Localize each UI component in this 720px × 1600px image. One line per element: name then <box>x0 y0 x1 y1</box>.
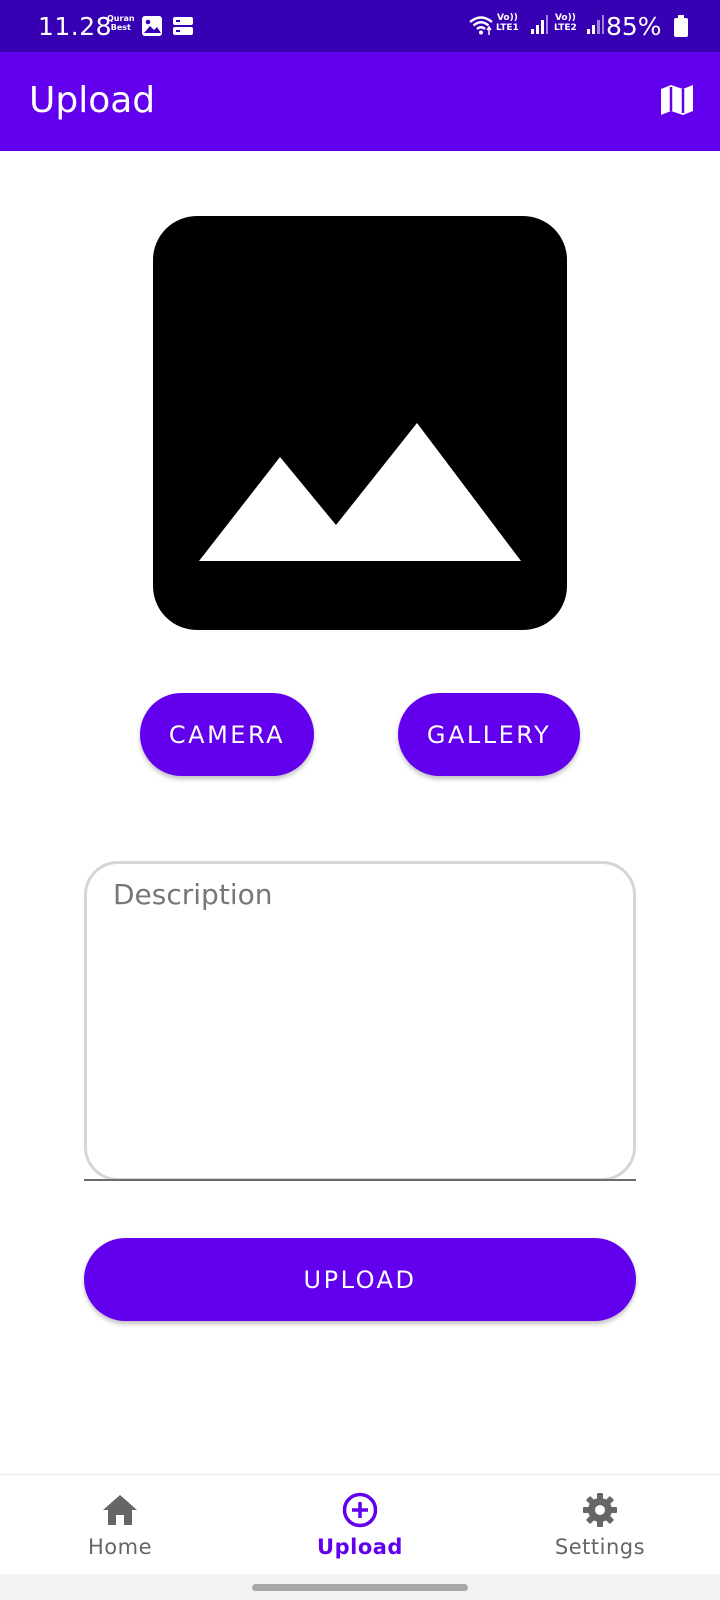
image-preview <box>153 216 567 630</box>
status-right-group: Vo)) LTE1 Vo)) LTE2 85% <box>440 0 720 52</box>
nav-item-settings[interactable]: Settings <box>480 1475 720 1575</box>
gesture-handle[interactable] <box>252 1584 468 1591</box>
quran-app-badge: Quran Best <box>107 14 135 32</box>
camera-button[interactable]: CAMERA <box>140 693 314 776</box>
map-icon[interactable] <box>660 83 694 117</box>
nav-label-settings: Settings <box>554 1535 646 1559</box>
description-input[interactable] <box>113 878 608 1163</box>
status-bar: 11.28 Quran Best Vo)) LTE1 Vo)) LTE2 85% <box>0 0 720 52</box>
sim2-signal-icon <box>587 15 604 34</box>
sim1-lte-label: Vo)) LTE1 <box>496 13 519 33</box>
nav-item-home[interactable]: Home <box>0 1475 240 1575</box>
sim1-signal-icon <box>531 15 548 34</box>
nav-label-upload: Upload <box>317 1535 403 1559</box>
storage-notification-icon <box>173 17 193 35</box>
wifi-icon <box>469 16 493 35</box>
gesture-navigation-area <box>0 1574 720 1600</box>
nav-label-home: Home <box>87 1535 152 1559</box>
upload-button[interactable]: UPLOAD <box>84 1238 636 1321</box>
gear-icon <box>583 1493 617 1527</box>
battery-percent: 85% <box>606 12 662 41</box>
bottom-navigation: Home Upload Settings <box>0 1474 720 1574</box>
add-circle-icon <box>342 1492 378 1528</box>
page-title: Upload <box>29 80 156 121</box>
sim2-lte-label: Vo)) LTE2 <box>554 13 577 33</box>
app-bar: Upload <box>0 52 720 151</box>
description-field <box>84 861 636 1181</box>
description-underline <box>84 1179 636 1181</box>
gallery-notification-icon <box>142 16 162 36</box>
nav-item-upload[interactable]: Upload <box>240 1475 480 1575</box>
gallery-button[interactable]: GALLERY <box>398 693 580 776</box>
battery-icon <box>674 15 688 37</box>
image-placeholder-icon <box>199 423 521 561</box>
status-time: 11.28 <box>38 12 113 41</box>
home-icon <box>103 1495 137 1525</box>
